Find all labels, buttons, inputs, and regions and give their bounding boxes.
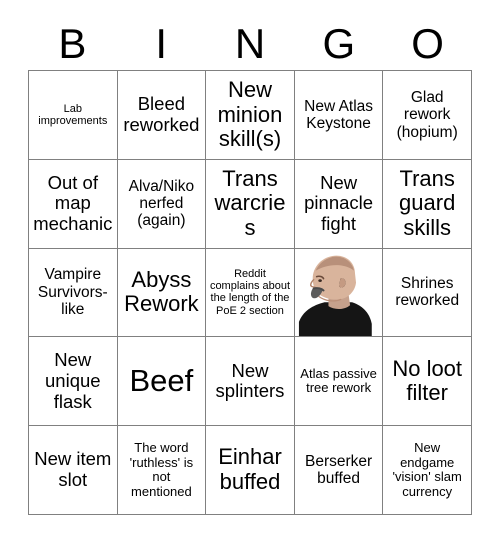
bingo-cell-r1-c3[interactable]: New pinnacle fight xyxy=(294,159,384,249)
bingo-header-letter-1: I xyxy=(155,20,168,67)
bingo-cell-r4-c2[interactable]: Einhar buffed xyxy=(206,426,295,515)
bingo-cell-label: New minion skill(s) xyxy=(217,76,283,152)
bingo-cell-r0-c2[interactable]: New minion skill(s) xyxy=(206,71,295,160)
bingo-cell-label: Abyss Rework xyxy=(124,266,199,317)
bingo-cell-label: No loot filter xyxy=(392,355,463,406)
bingo-cell-r4-c4[interactable]: New endgame 'vision' slam currency xyxy=(383,426,472,515)
bingo-card: B I N G O Lab improvements Bleed reworked New … xyxy=(0,0,500,544)
bingo-header-letter-4: O xyxy=(411,20,444,67)
bingo-cell-label: Bleed reworked xyxy=(123,93,200,135)
bingo-cell-r0-c0[interactable]: Lab improvements xyxy=(29,71,118,160)
bingo-header-letter-0: B xyxy=(58,20,87,67)
bingo-cell-r4-c1[interactable]: The word 'ruthless' is not mentioned xyxy=(117,426,207,515)
bingo-cell-r1-c4[interactable]: Trans guard skills xyxy=(383,159,472,249)
bingo-cell-r0-c4[interactable]: Glad rework (hopium) xyxy=(383,71,472,160)
bingo-cell-r1-c0[interactable]: Out of map mechanic xyxy=(29,159,118,249)
bingo-cell-r3-c2[interactable]: New splinters xyxy=(206,337,295,427)
bingo-cell-label: Berserker buffed xyxy=(305,452,373,488)
bingo-cell-r2-c0[interactable]: Vampire Survivors-like xyxy=(29,248,118,338)
bingo-cell-label: New Atlas Keystone xyxy=(304,97,374,132)
bingo-cell-label: Shrines reworked xyxy=(395,275,460,310)
bingo-cell-r3-c0[interactable]: New unique flask xyxy=(29,337,118,427)
bingo-cell-label: Alva/Niko nerfed (again) xyxy=(128,177,195,230)
bingo-cell-r0-c3[interactable]: New Atlas Keystone xyxy=(294,71,384,160)
bingo-cell-r4-c3[interactable]: Berserker buffed xyxy=(294,426,384,515)
bingo-cell-label: Out of map mechanic xyxy=(33,171,113,235)
bingo-cell-r3-c3[interactable]: Atlas passive tree rework xyxy=(294,337,384,427)
bingo-cell-label: New splinters xyxy=(215,359,285,402)
bingo-cell-label: Reddit complains about the length of the… xyxy=(209,267,291,317)
bingo-cell-r1-c1[interactable]: Alva/Niko nerfed (again) xyxy=(117,159,207,249)
bingo-cell-r3-c4[interactable]: No loot filter xyxy=(383,337,472,427)
bingo-cell-r0-c1[interactable]: Bleed reworked xyxy=(117,71,207,160)
bingo-cell-label: The word 'ruthless' is not mentioned xyxy=(129,440,194,499)
bingo-cell-label: New pinnacle fight xyxy=(304,171,374,235)
bingo-header-letter-3: G xyxy=(322,20,356,67)
bingo-cell-label: Atlas passive tree rework xyxy=(300,365,377,396)
bingo-grid: Lab improvements Bleed reworked New minion… xyxy=(28,70,472,515)
bingo-header: BINGO xyxy=(28,18,472,70)
bingo-cell-r2-c4[interactable]: Shrines reworked xyxy=(383,248,472,338)
bingo-cell-label: Lab improvements xyxy=(38,102,108,127)
bingo-cell-label: Einhar buffed xyxy=(218,444,282,495)
bingo-cell-r1-c2[interactable]: Trans warcries xyxy=(206,159,295,249)
bingo-cell-label: Vampire Survivors-like xyxy=(37,266,108,319)
bingo-cell-label: Trans guard skills xyxy=(399,165,456,240)
bingo-cell-label: New endgame 'vision' slam currency xyxy=(392,440,462,499)
bingo-cell-r2-c3[interactable] xyxy=(294,248,384,338)
bingo-header-letter-2: N xyxy=(234,20,266,67)
bingo-cell-r3-c1[interactable]: Beef xyxy=(117,337,207,427)
bingo-cell-r2-c1[interactable]: Abyss Rework xyxy=(117,248,207,338)
bingo-cell-photo xyxy=(294,248,383,337)
bingo-cell-label: Trans warcries xyxy=(214,165,286,240)
bingo-cell-label: Glad rework (hopium) xyxy=(396,88,458,141)
bingo-cell-label: New unique flask xyxy=(45,349,101,412)
bingo-cell-r2-c2[interactable]: Reddit complains about the length of the… xyxy=(206,248,295,338)
bingo-cell-label: Beef xyxy=(129,362,194,398)
bingo-cell-r4-c0[interactable]: New item slot xyxy=(29,426,118,515)
bingo-cell-label: New item slot xyxy=(34,448,112,491)
